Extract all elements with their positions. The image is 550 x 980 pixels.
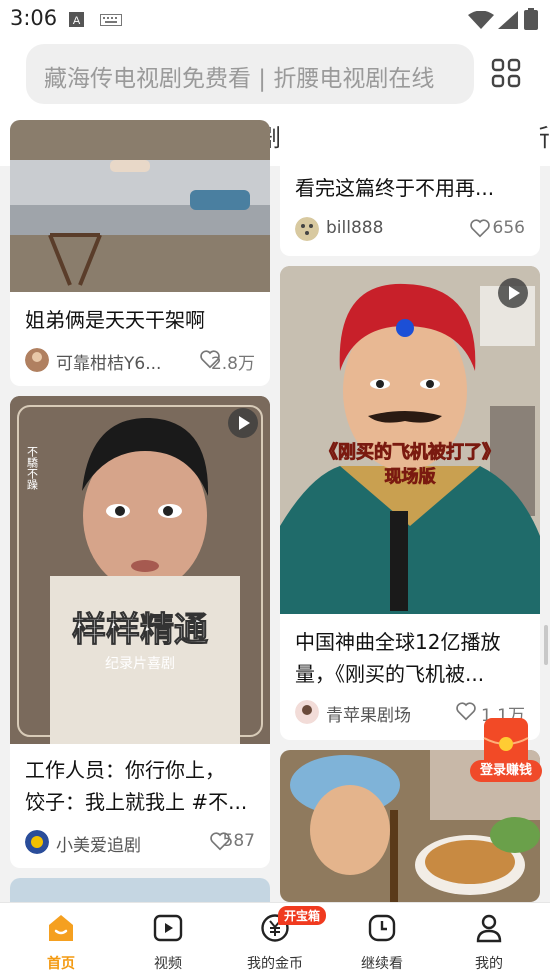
card-title: 姐弟俩是天天干架啊 <box>25 308 205 332</box>
video-icon <box>153 914 183 942</box>
svg-text:A: A <box>73 15 81 27</box>
card-meta: 可靠柑桔Y6... 2.8万 <box>25 346 255 376</box>
status-bar: 3:06 A <box>0 0 550 36</box>
nav-continue[interactable]: 继续看 <box>327 903 437 980</box>
scroll-indicator[interactable] <box>544 625 548 665</box>
card-title: 看完这篇终于不用再... <box>295 176 495 200</box>
keyboard-icon <box>100 14 122 26</box>
feed-card[interactable]: 《刚买的飞机被打了》 现场版 中国神曲全球12亿播放 量，《刚买的飞机被... … <box>280 266 540 740</box>
nav-profile[interactable]: 我的 <box>434 903 544 980</box>
nav-label: 视频 <box>154 956 182 972</box>
profile-icon <box>476 914 502 943</box>
like-count: 2.8万 <box>210 354 255 374</box>
nav-label: 继续看 <box>361 956 403 972</box>
thumbnail-overlay-subtitle: 纪录片喜剧 <box>105 656 175 672</box>
video-thumbnail: 样样精通 纪录片喜剧 不驕不躁 <box>10 396 270 744</box>
card-title: 中国神曲全球12亿播放 量，《刚买的飞机被... <box>295 630 501 686</box>
card-author: 可靠柑桔Y6... <box>56 354 162 374</box>
nav-video[interactable]: 视频 <box>113 903 223 980</box>
thumbnail-overlay-subtitle: 现场版 <box>385 466 436 487</box>
signal-icon <box>498 11 518 29</box>
bottom-nav: 首页 视频 我的金币 继续看 我的 <box>0 902 550 980</box>
like-count: 656 <box>492 218 525 238</box>
feed-card[interactable]: 样样精通 纪录片喜剧 不驕不躁 工作人员：你行你上， 饺子：我上就我上 #不..… <box>10 396 270 868</box>
avatar <box>295 700 319 724</box>
card-meta: 小美爱追剧 587 <box>25 828 255 858</box>
avatar <box>25 348 49 372</box>
like-count: 587 <box>222 831 255 851</box>
nav-label: 首页 <box>47 956 75 972</box>
search-bar[interactable]: 藏海传电视剧免费看 | 折腰电视剧在线 <box>26 44 474 104</box>
home-icon <box>49 915 73 941</box>
nav-home[interactable]: 首页 <box>6 903 116 980</box>
clock-icon <box>368 914 396 942</box>
card-author: 青苹果剧场 <box>326 706 411 726</box>
play-icon[interactable] <box>498 278 528 308</box>
status-time: 3:06 <box>10 6 58 30</box>
thumbnail-overlay-title: 样样精通 <box>72 610 208 650</box>
play-icon[interactable] <box>228 408 258 438</box>
heart-icon[interactable] <box>469 217 491 239</box>
category-grid-icon[interactable] <box>490 57 522 89</box>
login-earn-button[interactable]: 登录赚钱 <box>470 760 542 782</box>
thumbnail-side-text: 不驕不躁 <box>26 446 39 491</box>
search-placeholder: 藏海传电视剧免费看 | 折腰电视剧在线 <box>44 66 435 92</box>
keyboard-a-icon: A <box>69 12 84 27</box>
avatar <box>25 830 49 854</box>
avatar <box>295 217 319 241</box>
nav-label: 我的金币 <box>247 956 303 972</box>
card-author: 小美爱追剧 <box>56 836 141 856</box>
feed-card[interactable]: 姐弟俩是天天干架啊 可靠柑桔Y6... 2.8万 <box>10 120 270 386</box>
video-thumbnail: 《刚买的飞机被打了》 现场版 <box>280 266 540 614</box>
card-title: 工作人员：你行你上， 饺子：我上就我上 #不... <box>25 758 248 814</box>
card-meta: bill888 656 <box>295 215 525 245</box>
wifi-icon <box>468 11 494 29</box>
feed-card[interactable]: 看完这篇终于不用再... bill888 656 <box>280 120 540 256</box>
card-author: bill888 <box>326 218 384 238</box>
battery-icon <box>524 8 538 30</box>
nav-label: 我的 <box>475 956 503 972</box>
treasure-badge[interactable]: 开宝箱 <box>278 906 327 925</box>
thumbnail-overlay-title: 《刚买的飞机被打了》 <box>320 441 500 463</box>
video-thumbnail <box>10 120 270 292</box>
